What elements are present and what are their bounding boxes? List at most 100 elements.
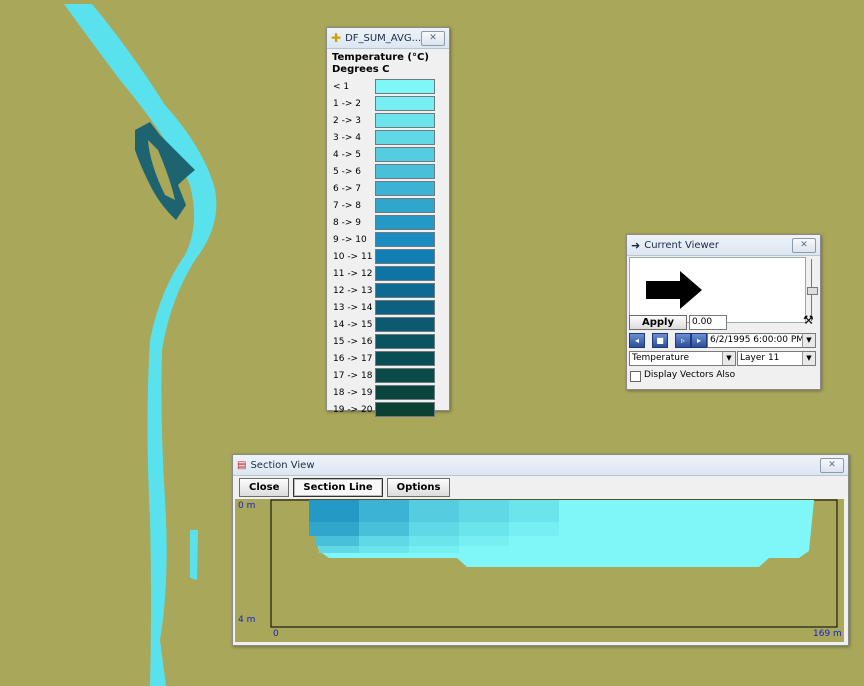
step-forward-button[interactable]: ▹	[675, 333, 691, 348]
legend-swatch	[375, 198, 435, 213]
legend-entry-label: 9 -> 10	[333, 234, 367, 245]
close-icon[interactable]: ✕	[792, 237, 816, 253]
temp-cell	[359, 522, 409, 536]
legend-swatch	[375, 181, 435, 196]
stop-button[interactable]: ■	[652, 333, 668, 348]
legend-entry-label: 15 -> 16	[333, 336, 373, 347]
scale-value-field[interactable]: 0.00	[689, 315, 727, 330]
legend-entry: 13 -> 14	[327, 299, 449, 316]
legend-swatch	[375, 96, 435, 111]
temp-cell	[459, 536, 509, 546]
datetime-value: 6/2/1995 6:00:00 PM	[710, 335, 805, 345]
section-line-button[interactable]: Section Line	[293, 477, 383, 497]
legend-unit: Degrees C	[332, 64, 390, 75]
scale-slider[interactable]	[807, 259, 818, 321]
legend-swatch	[375, 402, 435, 417]
legend-entry-label: 17 -> 18	[333, 370, 373, 381]
section-titlebar[interactable]: ▤ Section View ✕	[233, 455, 848, 476]
temp-cell	[509, 500, 559, 522]
legend-entry-label: 2 -> 3	[333, 115, 361, 126]
legend-swatch	[375, 147, 435, 162]
current-viewer-window[interactable]: ➜ Current Viewer ✕ Apply 0.00 ⚒ ◂ ■ ▹ ▸ …	[626, 234, 821, 390]
temp-cell	[359, 546, 409, 553]
legend-swatch	[375, 385, 435, 400]
temp-cell	[309, 522, 359, 536]
temp-cell	[509, 522, 559, 536]
legend-entry-label: < 1	[333, 81, 350, 92]
chevron-down-icon: ▼	[802, 352, 815, 365]
legend-entry-label: 11 -> 12	[333, 268, 373, 279]
layer-select[interactable]: Layer 11 ▼	[737, 351, 816, 366]
legend-swatch	[375, 249, 435, 264]
temp-cell	[309, 500, 359, 522]
legend-entry: 9 -> 10	[327, 231, 449, 248]
legend-swatch	[375, 215, 435, 230]
tools-icon[interactable]: ⚒	[803, 313, 814, 327]
step-back-button[interactable]: ◂	[629, 333, 645, 348]
river-channel	[64, 4, 217, 686]
legend-entry: 17 -> 18	[327, 367, 449, 384]
close-icon[interactable]: ✕	[421, 30, 445, 46]
legend-entry: 16 -> 17	[327, 350, 449, 367]
legend-swatch	[375, 368, 435, 383]
close-icon[interactable]: ✕	[820, 457, 844, 473]
play-button[interactable]: ▸	[691, 333, 707, 348]
legend-entry-label: 12 -> 13	[333, 285, 373, 296]
variable-select[interactable]: Temperature ▼	[629, 351, 736, 366]
temp-cell	[359, 500, 409, 522]
section-plot[interactable]: 0 m 4 m 0 169 m	[235, 499, 844, 642]
temp-cell	[409, 536, 459, 546]
legend-entry-label: 19 -> 20	[333, 404, 373, 415]
chevron-down-icon: ▼	[722, 352, 735, 365]
legend-entry-label: 7 -> 8	[333, 200, 361, 211]
cross-section-graphic	[270, 499, 838, 628]
options-button[interactable]: Options	[386, 477, 451, 497]
datetime-select[interactable]: 6/2/1995 6:00:00 PM ▼	[707, 333, 816, 348]
river-channel-edge	[190, 530, 198, 580]
vectors-label: Display Vectors Also	[644, 370, 736, 380]
legend-entry-label: 10 -> 11	[333, 251, 373, 262]
temp-cell	[459, 500, 509, 522]
legend-entry: 10 -> 11	[327, 248, 449, 265]
legend-entry-label: 5 -> 6	[333, 166, 361, 177]
chevron-down-icon: ▼	[802, 334, 815, 347]
legend-entry-label: 3 -> 4	[333, 132, 361, 143]
vector-preview	[629, 257, 806, 323]
legend-swatch	[375, 317, 435, 332]
legend-titlebar[interactable]: ✚ DF_SUM_AVG... ✕	[327, 28, 449, 49]
legend-entry-label: 8 -> 9	[333, 217, 361, 228]
legend-entry: 4 -> 5	[327, 146, 449, 163]
legend-rows: < 1 1 -> 2 2 -> 3 3 -> 4 4 -> 5 5 -> 6 6 -> 7 7…	[327, 78, 449, 418]
viewer-title: Current Viewer	[644, 239, 719, 251]
temp-cell	[409, 500, 459, 522]
legend-entry: 14 -> 15	[327, 316, 449, 333]
legend-swatch	[375, 351, 435, 366]
legend-entry: 8 -> 9	[327, 214, 449, 231]
temp-cell	[319, 546, 359, 553]
legend-swatch	[375, 164, 435, 179]
legend-heading: Temperature (°C)	[332, 52, 429, 63]
section-view-window[interactable]: ▤ Section View ✕ Close Section Line Opti…	[232, 454, 849, 646]
legend-swatch	[375, 283, 435, 298]
legend-entry: 6 -> 7	[327, 180, 449, 197]
legend-entry: 2 -> 3	[327, 112, 449, 129]
legend-entry-label: 1 -> 2	[333, 98, 361, 109]
legend-entry: 15 -> 16	[327, 333, 449, 350]
legend-entry: 18 -> 19	[327, 384, 449, 401]
legend-entry-label: 4 -> 5	[333, 149, 361, 160]
legend-swatch	[375, 300, 435, 315]
close-button[interactable]: Close	[239, 477, 290, 497]
legend-entry: 5 -> 6	[327, 163, 449, 180]
apply-button[interactable]: Apply	[629, 315, 687, 330]
legend-window[interactable]: ✚ DF_SUM_AVG... ✕ Temperature (°C) Degre…	[326, 27, 450, 417]
vectors-checkbox[interactable]	[630, 371, 641, 382]
legend-entry-label: 13 -> 14	[333, 302, 373, 313]
temp-cell	[315, 536, 359, 546]
section-title: Section View	[250, 459, 315, 471]
legend-entry: 3 -> 4	[327, 129, 449, 146]
legend-entry: < 1	[327, 78, 449, 95]
legend-swatch	[375, 266, 435, 281]
viewer-titlebar[interactable]: ➜ Current Viewer ✕	[627, 235, 820, 256]
temp-cell	[409, 522, 459, 536]
legend-entry: 19 -> 20	[327, 401, 449, 418]
